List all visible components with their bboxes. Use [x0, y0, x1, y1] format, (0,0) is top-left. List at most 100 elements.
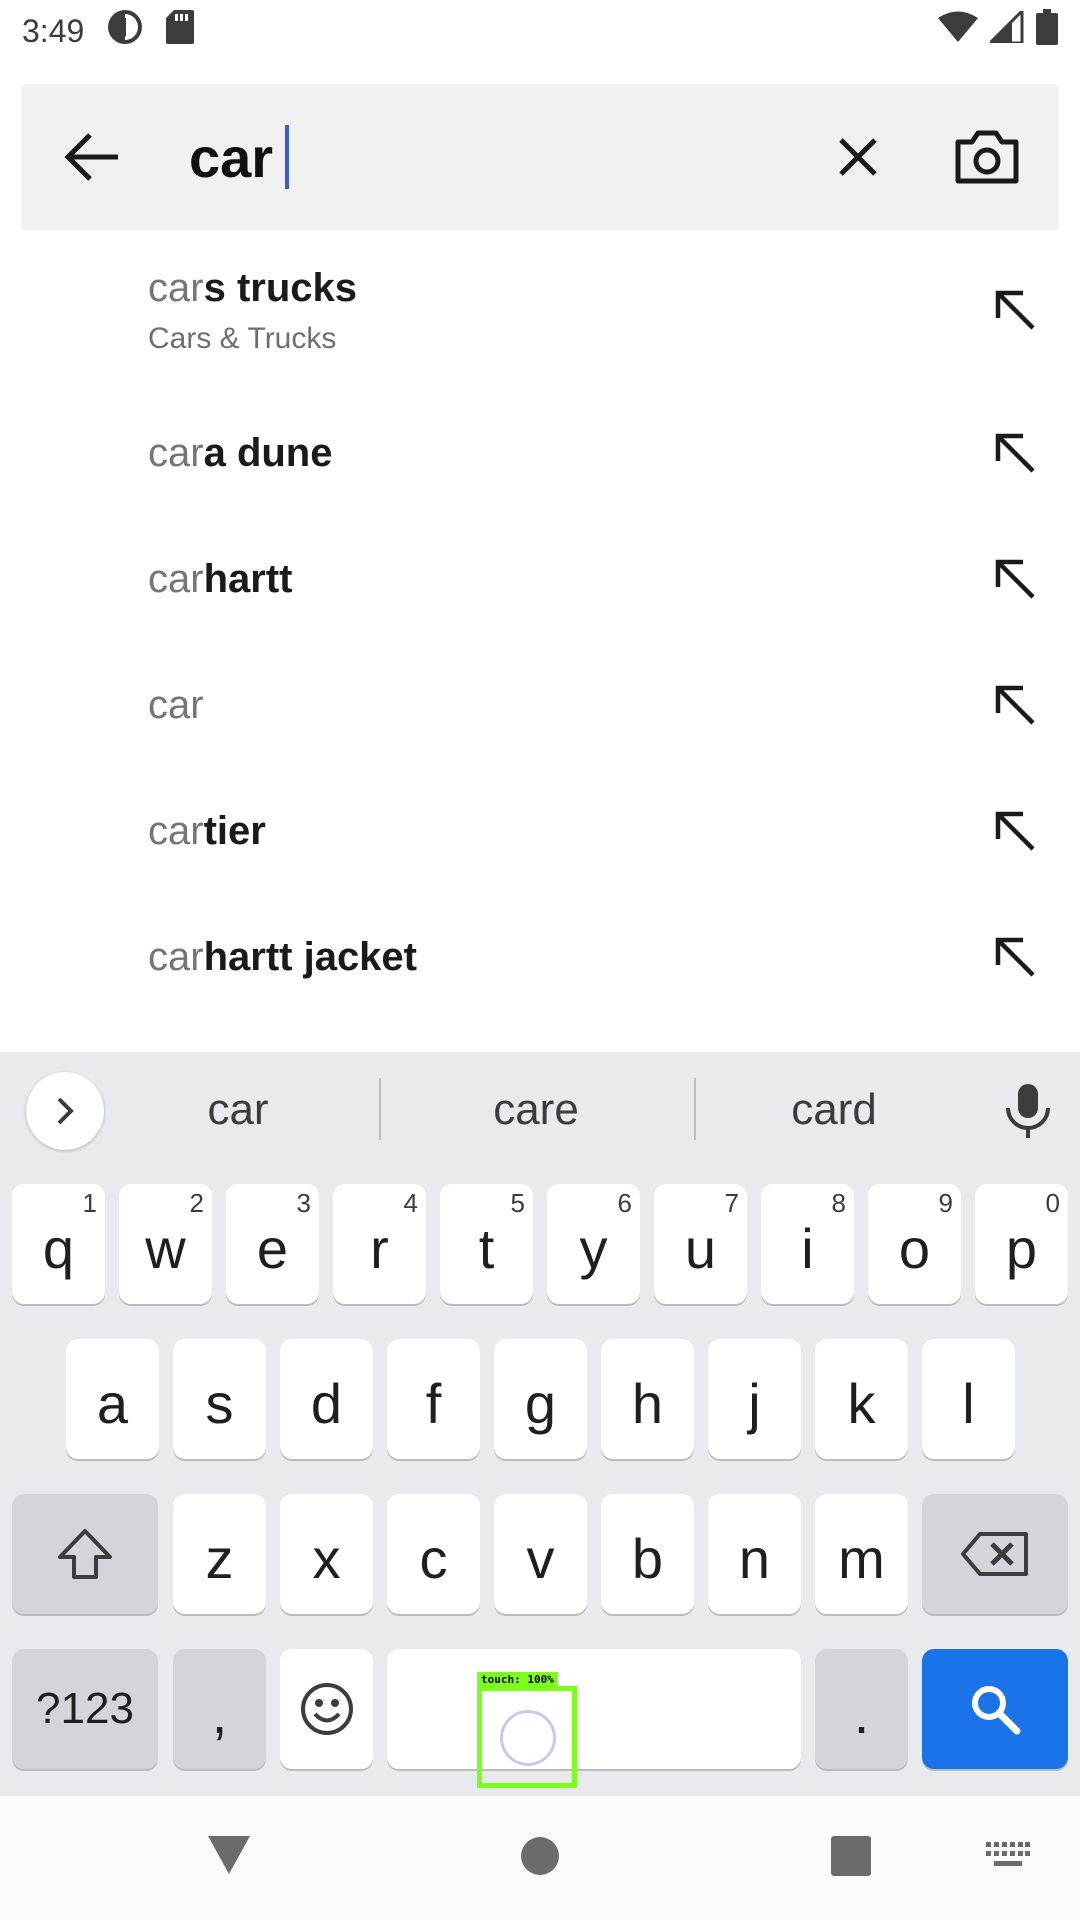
fill-query-button[interactable]	[950, 431, 1080, 475]
nav-home-button[interactable]	[520, 1836, 560, 1881]
key-label: c	[419, 1526, 448, 1590]
key-m[interactable]: m	[815, 1494, 908, 1614]
key-h[interactable]: h	[601, 1339, 694, 1459]
fill-query-button[interactable]	[950, 557, 1080, 601]
fill-query-button[interactable]	[950, 809, 1080, 853]
key-label: g	[524, 1371, 557, 1435]
key-j[interactable]: j	[708, 1339, 801, 1459]
divider	[694, 1078, 696, 1140]
search-bar: car	[21, 84, 1059, 230]
key-q[interactable]: 1q	[12, 1184, 105, 1304]
navigation-bar	[0, 1796, 1080, 1920]
key-i[interactable]: 8i	[761, 1184, 854, 1304]
suggestion-text: cars trucks Cars & Trucks	[148, 264, 950, 356]
space-key[interactable]	[387, 1649, 801, 1769]
keyboard-suggestion[interactable]: care	[493, 1085, 579, 1135]
arrow-up-left-icon	[995, 937, 1035, 977]
keyboard-suggestion[interactable]: card	[791, 1085, 877, 1135]
key-s[interactable]: s	[173, 1339, 266, 1459]
key-o[interactable]: 9o	[868, 1184, 961, 1304]
emoji-key[interactable]	[280, 1649, 373, 1769]
suggestion-completion: a dune	[203, 431, 333, 475]
key-label: .	[853, 1681, 870, 1745]
fill-query-button[interactable]	[950, 288, 1080, 332]
suggestion-item[interactable]: cars trucks Cars & Trucks	[0, 230, 1080, 390]
key-label: x	[312, 1526, 341, 1590]
key-w[interactable]: 2w	[119, 1184, 212, 1304]
status-time: 3:49	[22, 12, 85, 49]
backspace-key[interactable]	[922, 1494, 1068, 1614]
key-label: w	[145, 1216, 186, 1280]
suggestion-typed-part: car	[148, 809, 204, 853]
comma-key[interactable]: ,	[173, 1649, 266, 1769]
key-hint: 6	[617, 1188, 632, 1218]
key-label: n	[738, 1526, 771, 1590]
suggestion-category: Cars & Trucks	[148, 322, 337, 355]
suggestion-item[interactable]: cartier	[0, 768, 1080, 894]
data-saver-icon	[106, 8, 144, 54]
key-f[interactable]: f	[387, 1339, 480, 1459]
key-u[interactable]: 7u	[654, 1184, 747, 1304]
suggestion-item[interactable]: car	[0, 642, 1080, 768]
nav-back-button[interactable]	[206, 1834, 252, 1881]
search-input[interactable]: car	[189, 84, 803, 230]
suggestion-item[interactable]: carhartt jacket	[0, 894, 1080, 1020]
key-a[interactable]: a	[66, 1339, 159, 1459]
key-b[interactable]: b	[601, 1494, 694, 1614]
battery-icon	[1036, 9, 1058, 53]
key-hint: 2	[189, 1188, 204, 1218]
key-x[interactable]: x	[280, 1494, 373, 1614]
fill-query-button[interactable]	[950, 935, 1080, 979]
key-g[interactable]: g	[494, 1339, 587, 1459]
key-label: a	[96, 1371, 129, 1435]
emoji-icon	[300, 1683, 353, 1735]
nav-recents-button[interactable]	[831, 1836, 871, 1881]
suggestion-typed-part: car	[148, 683, 204, 727]
key-label: l	[962, 1371, 975, 1435]
search-action-key[interactable]	[922, 1649, 1068, 1769]
key-p[interactable]: 0p	[975, 1184, 1068, 1304]
symbols-key[interactable]: ?123	[12, 1649, 158, 1769]
clear-search-button[interactable]	[803, 84, 913, 230]
period-key[interactable]: .	[815, 1649, 908, 1769]
microphone-button[interactable]	[1000, 1082, 1056, 1145]
key-label: k	[847, 1371, 876, 1435]
key-label: o	[898, 1216, 931, 1280]
chevron-right-icon	[57, 1097, 74, 1125]
circle-icon	[521, 1837, 559, 1875]
suggestion-completion: s trucks	[203, 266, 357, 310]
signal-icon	[986, 7, 1024, 51]
back-button[interactable]	[21, 84, 161, 230]
key-label: s	[205, 1371, 234, 1435]
camera-search-button[interactable]	[927, 84, 1047, 230]
suggestion-completion: hartt jacket	[203, 935, 417, 979]
key-n[interactable]: n	[708, 1494, 801, 1614]
suggestion-completion: tier	[203, 809, 266, 853]
key-e[interactable]: 3e	[226, 1184, 319, 1304]
key-d[interactable]: d	[280, 1339, 373, 1459]
key-z[interactable]: z	[173, 1494, 266, 1614]
key-y[interactable]: 6y	[547, 1184, 640, 1304]
arrow-up-left-icon	[995, 685, 1035, 725]
key-k[interactable]: k	[815, 1339, 908, 1459]
square-icon	[831, 1836, 871, 1876]
microphone-icon	[1006, 1084, 1050, 1138]
key-c[interactable]: c	[387, 1494, 480, 1614]
suggestion-text: carhartt jacket	[148, 933, 950, 981]
key-r[interactable]: 4r	[333, 1184, 426, 1304]
suggestion-typed-part: car	[148, 935, 204, 979]
suggestion-item[interactable]: cara dune	[0, 390, 1080, 516]
key-label: t	[478, 1216, 495, 1280]
nav-keyboard-switch-button[interactable]	[986, 1842, 1030, 1873]
fill-query-button[interactable]	[950, 683, 1080, 727]
key-t[interactable]: 5t	[440, 1184, 533, 1304]
arrow-back-icon	[64, 133, 118, 181]
expand-toolbar-button[interactable]	[26, 1072, 104, 1150]
backspace-icon	[961, 1532, 1028, 1576]
triangle-down-icon	[208, 1836, 250, 1874]
shift-key[interactable]	[12, 1494, 158, 1614]
keyboard-suggestion[interactable]: car	[207, 1085, 268, 1135]
suggestion-item[interactable]: carhartt	[0, 516, 1080, 642]
key-l[interactable]: l	[922, 1339, 1015, 1459]
key-v[interactable]: v	[494, 1494, 587, 1614]
